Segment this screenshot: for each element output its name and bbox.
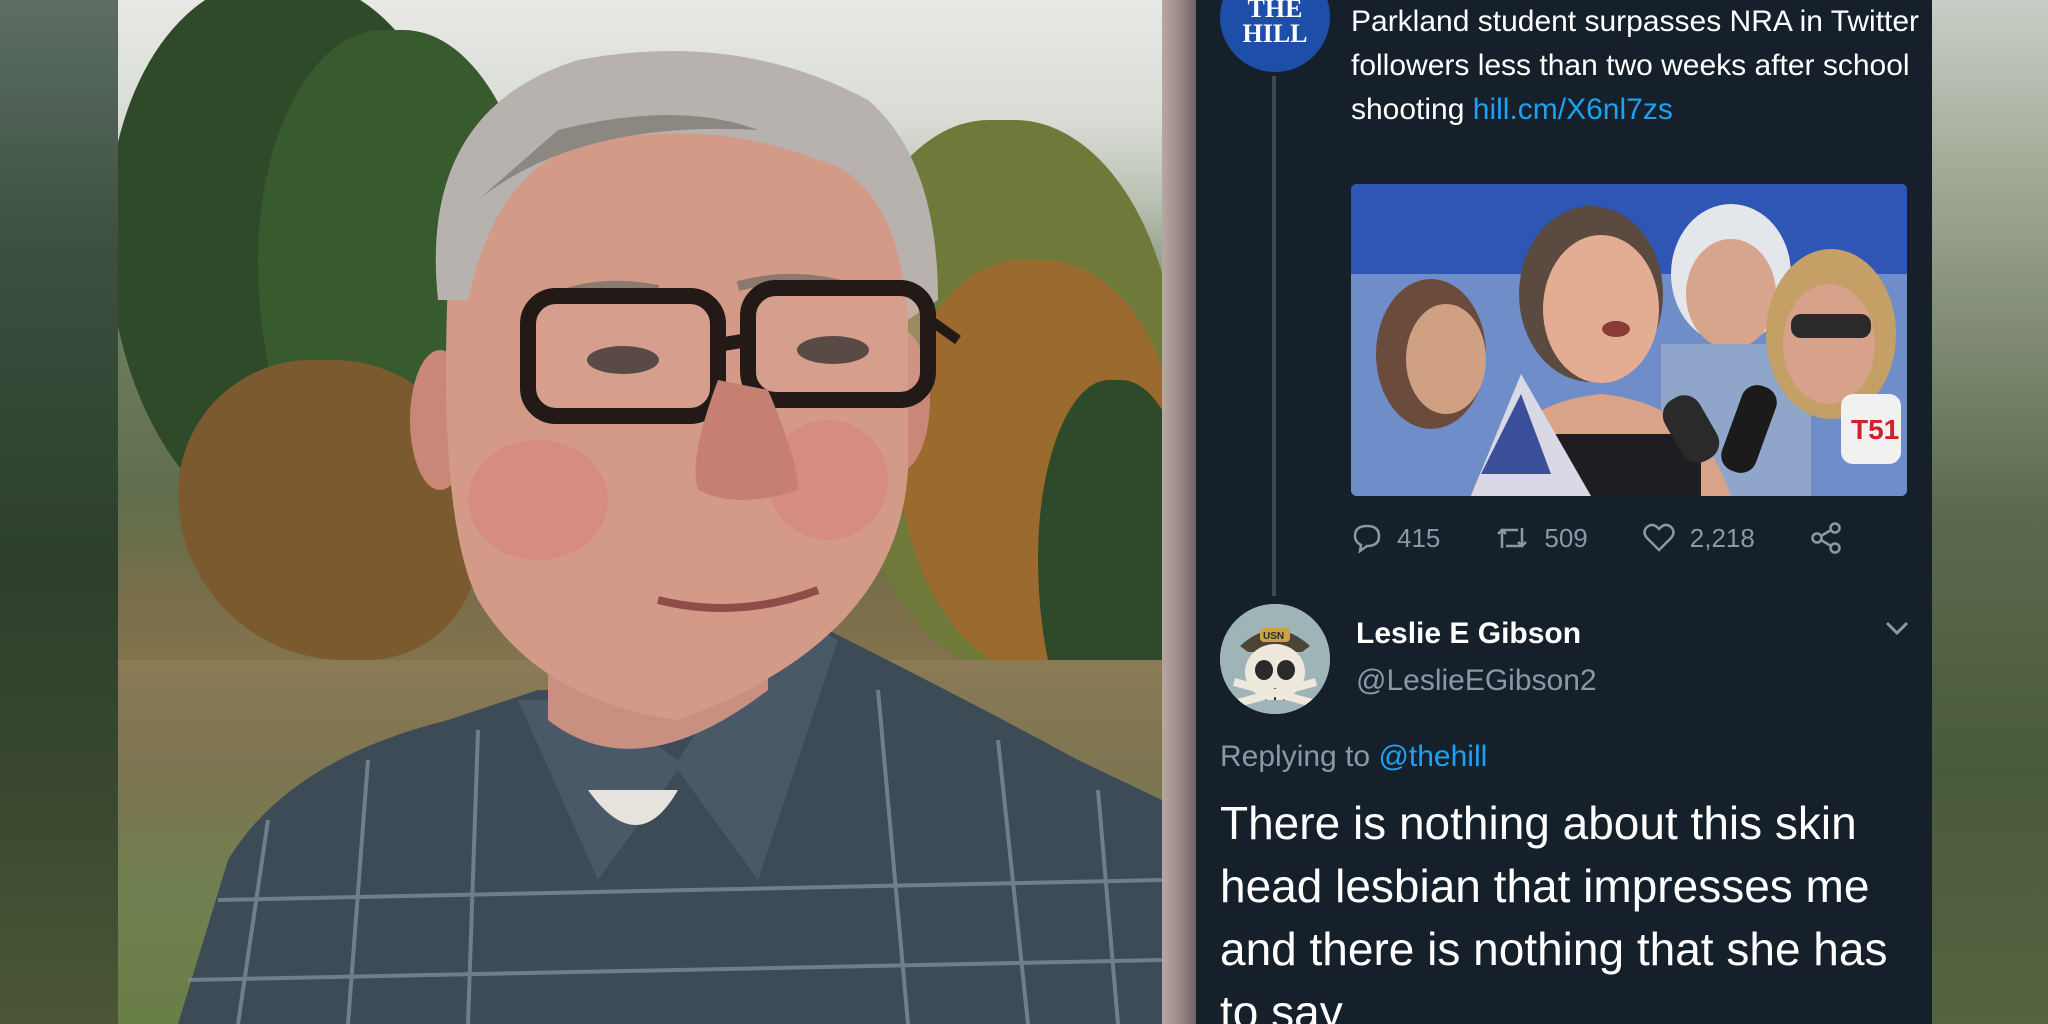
like-action[interactable]: 2,218 [1642,522,1755,554]
like-count: 2,218 [1689,522,1755,553]
avatar-text-line-1: THE [1247,0,1303,23]
heart-icon [1643,523,1675,552]
photo-protest-microphones-icon: T51 [1351,184,1907,496]
retweet-count: 509 [1544,522,1588,553]
replying-to-mention[interactable]: @thehill [1378,740,1487,773]
reply-author-avatar[interactable]: USN [1220,604,1330,714]
tweet-link[interactable]: hill.cm/X6nl7zs [1473,93,1673,126]
replying-to-line: Replying to @thehill [1220,740,1487,774]
blurred-background-left [0,0,118,1024]
the-hill-avatar[interactable]: THE HILL [1220,0,1330,72]
man-with-glasses [178,51,1162,1024]
retweet-icon [1497,528,1528,548]
blurred-divider [1162,0,1196,1024]
reply-action[interactable]: 415 [1351,522,1440,554]
skull-pirate-avatar-icon: USN [1220,604,1330,714]
share-action[interactable] [1809,522,1843,554]
replying-to-label: Replying to [1220,740,1379,773]
avatar-text-line-2: HILL [1242,19,1308,48]
share-icon [1811,522,1841,554]
selfie-photo [118,0,1162,1024]
reply-count: 415 [1397,522,1441,553]
reply-icon [1353,524,1381,554]
reply-body-text: There is nothing about this skin head le… [1220,797,1888,1024]
reply-handle[interactable]: @LeslieEGibson2 [1356,664,1597,698]
quoted-tweet-text: Parkland student surpasses NRA in Twitte… [1351,0,1926,132]
chevron-down-icon[interactable] [1884,620,1910,636]
tweet-media-photo[interactable]: T51 [1351,184,1907,496]
tweet-thread-panel: THE HILL Parkland student surpasses NRA … [1196,0,1932,1024]
news-station-logo: T51 [1851,414,1899,445]
tweet-actions-bar: 415 509 2,218 [1351,516,1911,560]
retweet-action[interactable]: 509 [1494,522,1588,554]
reply-display-name[interactable]: Leslie E Gibson [1356,617,1581,651]
avatar-badge-text: USN [1263,631,1284,642]
thread-connector-line [1272,76,1276,596]
blurred-background-right [1932,0,2048,1024]
